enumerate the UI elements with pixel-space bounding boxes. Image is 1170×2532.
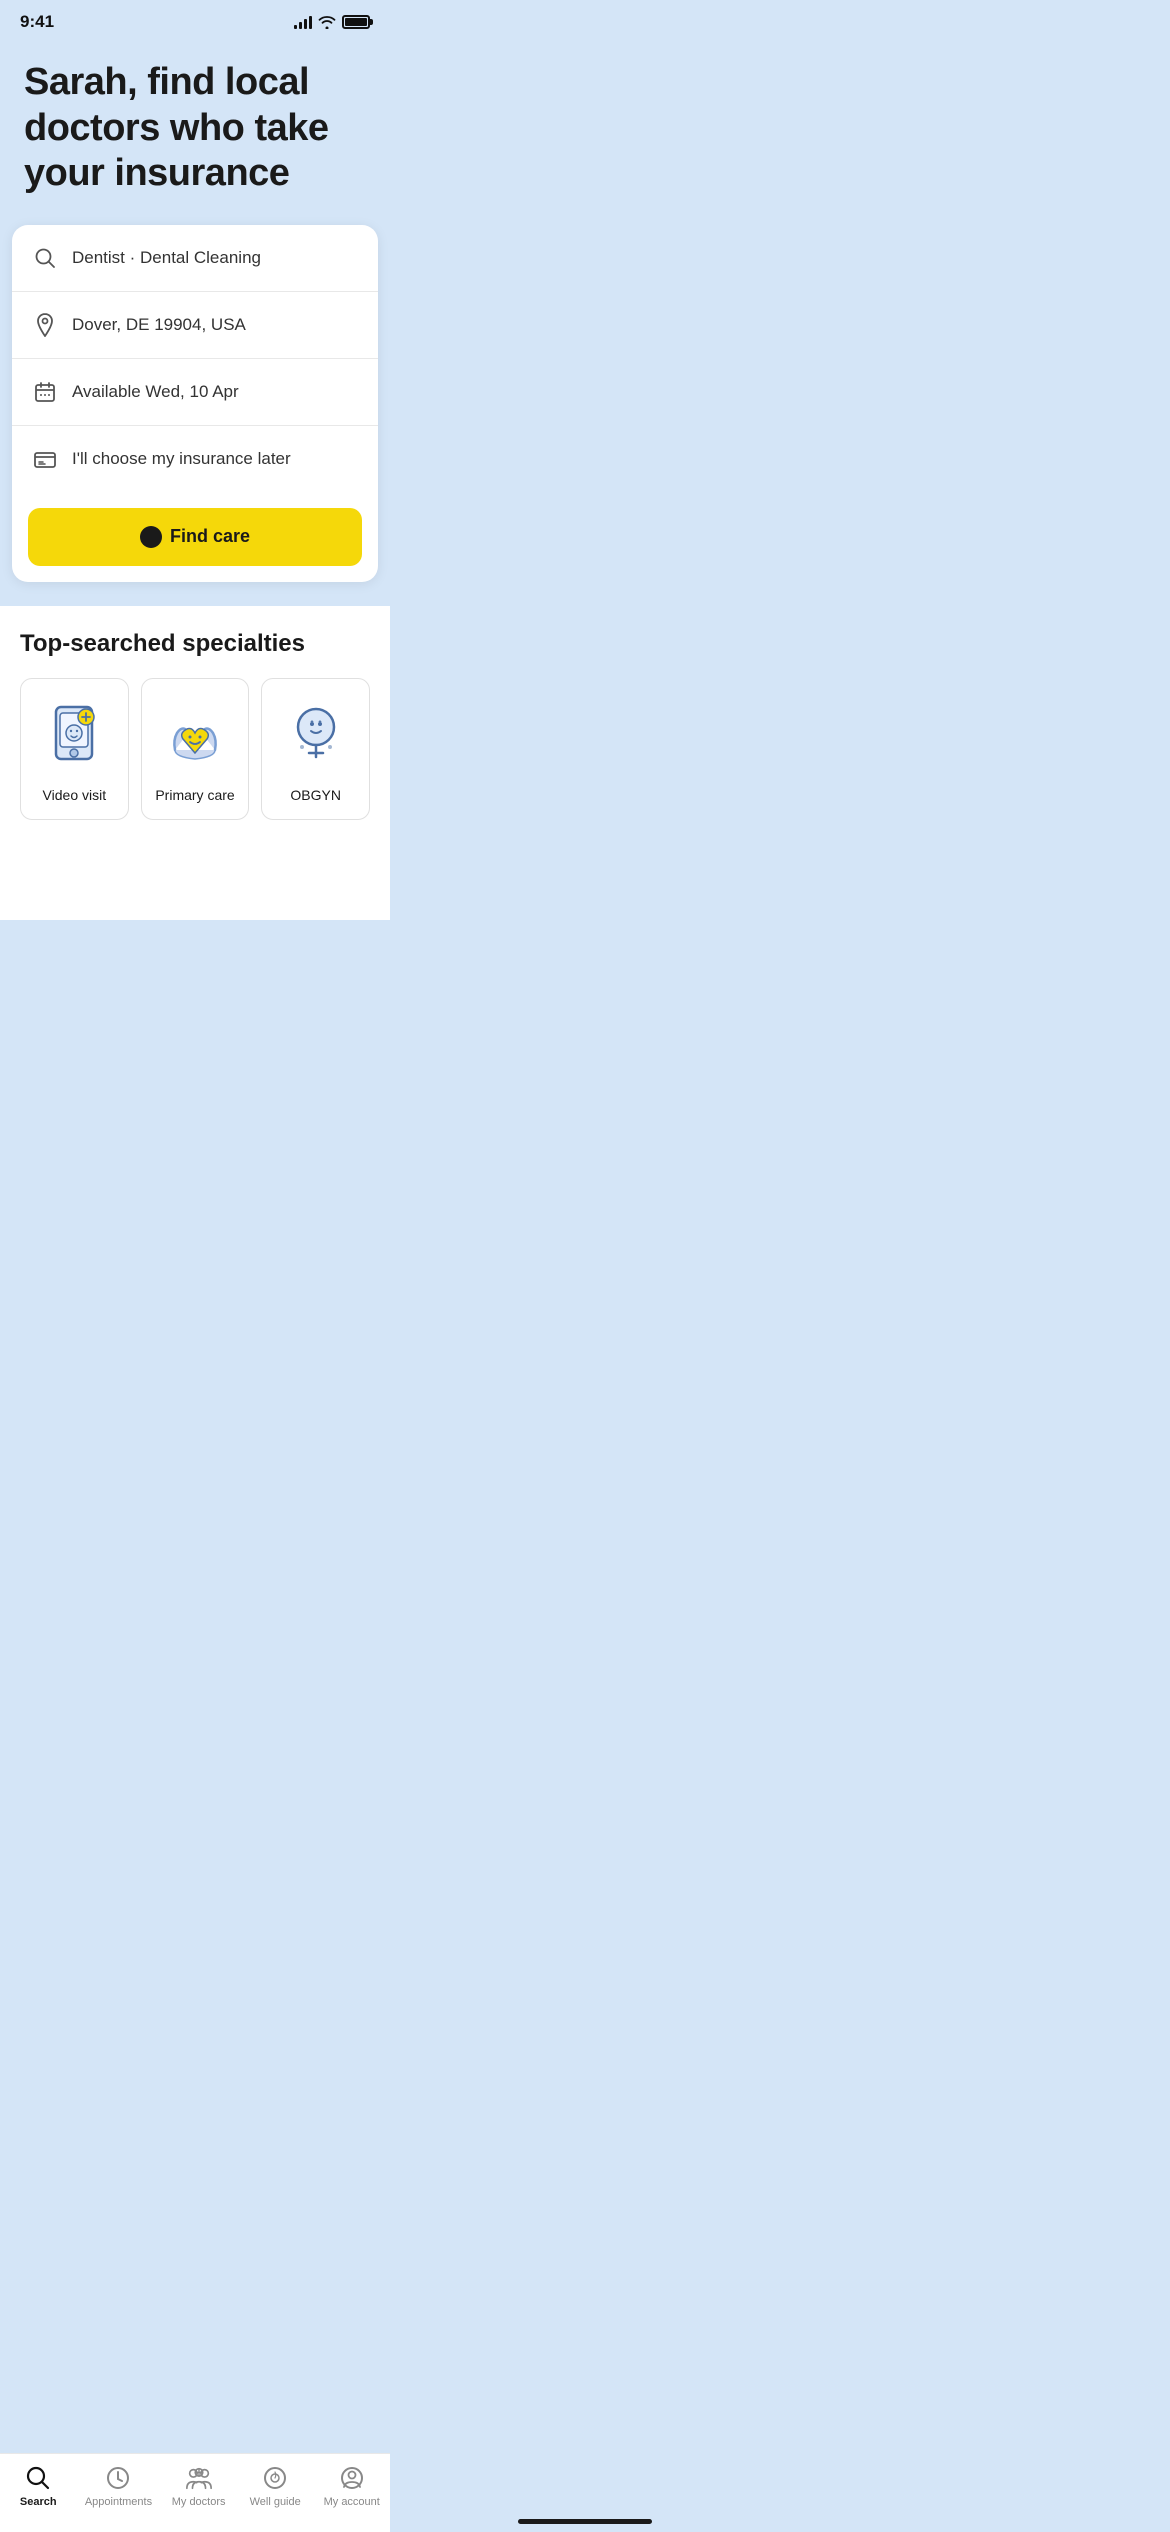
nav-item-appointments[interactable]: Appointments — [85, 2464, 152, 2508]
nav-item-my-account[interactable]: My account — [322, 2464, 382, 2508]
date-row[interactable]: Available Wed, 10 Apr — [12, 359, 378, 426]
my-doctors-nav-icon — [185, 2464, 213, 2492]
specialty-card-video-visit[interactable]: Video visit — [20, 678, 129, 820]
location-row[interactable]: Dover, DE 19904, USA — [12, 292, 378, 359]
insurance-text: I'll choose my insurance later — [72, 449, 291, 469]
find-care-button[interactable]: Find care — [28, 508, 362, 566]
primary-care-icon — [155, 695, 235, 775]
white-section: Top-searched specialties — [0, 606, 390, 920]
specialty-card-obgyn[interactable]: OBGYN — [261, 678, 370, 820]
status-icons — [294, 15, 370, 29]
primary-care-label: Primary care — [155, 787, 234, 803]
section-title: Top-searched specialties — [20, 630, 370, 658]
search-nav-icon — [24, 2464, 52, 2492]
specialty-row[interactable]: Dentist · Dental Cleaning — [12, 225, 378, 292]
obgyn-label: OBGYN — [290, 787, 341, 803]
my-account-nav-label: My account — [324, 2496, 380, 2508]
search-nav-label: Search — [20, 2496, 57, 2508]
date-text: Available Wed, 10 Apr — [72, 382, 239, 402]
search-card: Dentist · Dental Cleaning Dover, DE 1990… — [12, 225, 378, 582]
bottom-nav: Search Appointments My — [0, 2453, 390, 2532]
nav-item-my-doctors[interactable]: My doctors — [169, 2464, 229, 2508]
search-icon — [32, 245, 58, 271]
my-doctors-nav-label: My doctors — [172, 2496, 226, 2508]
well-guide-nav-icon — [261, 2464, 289, 2492]
find-care-label: Find care — [170, 526, 250, 547]
video-visit-icon — [34, 695, 114, 775]
obgyn-icon — [276, 695, 356, 775]
location-text: Dover, DE 19904, USA — [72, 315, 246, 335]
appointments-nav-label: Appointments — [85, 2496, 152, 2508]
status-bar: 9:41 — [0, 0, 390, 40]
home-indicator — [518, 2519, 652, 2524]
specialty-card-primary-care[interactable]: Primary care — [141, 678, 250, 820]
signal-icon — [294, 15, 312, 29]
specialty-text: Dentist · Dental Cleaning — [72, 248, 261, 268]
appointments-nav-icon — [104, 2464, 132, 2492]
video-visit-label: Video visit — [43, 787, 107, 803]
hero-section: Sarah, find local doctors who take your … — [0, 40, 390, 225]
well-guide-nav-label: Well guide — [250, 2496, 301, 2508]
status-time: 9:41 — [20, 12, 54, 32]
find-care-icon — [140, 526, 162, 548]
nav-item-search[interactable]: Search — [8, 2464, 68, 2508]
insurance-icon — [32, 446, 58, 472]
wifi-icon — [318, 15, 336, 29]
my-account-nav-icon — [338, 2464, 366, 2492]
battery-icon — [342, 15, 370, 29]
location-icon — [32, 312, 58, 338]
calendar-icon — [32, 379, 58, 405]
specialty-grid: Video visit Primary care — [20, 678, 370, 820]
nav-item-well-guide[interactable]: Well guide — [245, 2464, 305, 2508]
insurance-row[interactable]: I'll choose my insurance later — [12, 426, 378, 492]
hero-title: Sarah, find local doctors who take your … — [24, 60, 366, 197]
